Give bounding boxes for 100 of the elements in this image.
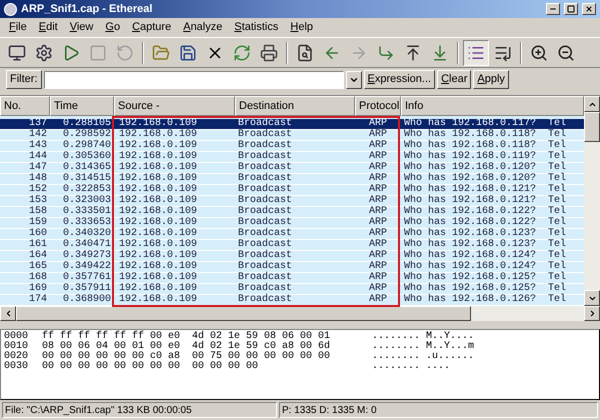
packet-row[interactable]: 143 0.298740 192.168.0.109 Broadcast ARP Who has 192.168.0.118? Tel bbox=[0, 141, 584, 152]
table-cell-text: 0.322853 bbox=[62, 185, 112, 195]
hex-offset: 0030 bbox=[4, 362, 30, 372]
packet-row[interactable]: 137 0.288105 192.168.0.109 Broadcast ARP Who has 192.168.0.117? Tel bbox=[0, 119, 584, 130]
table-cell-text: 158 bbox=[28, 207, 48, 217]
close-button[interactable] bbox=[582, 3, 596, 15]
table-cell-text: 174 bbox=[28, 295, 48, 305]
packet-row[interactable]: 161 0.340471 192.168.0.109 Broadcast ARP Who has 192.168.0.123? Tel bbox=[0, 240, 584, 251]
scroll-left-button[interactable] bbox=[0, 306, 16, 321]
table-cell-text: 192.168.0.109 bbox=[118, 207, 198, 217]
scroll-right-button[interactable] bbox=[584, 306, 600, 321]
table-cell-text: 192.168.0.109 bbox=[118, 273, 198, 283]
table-cell-text: 0.298740 bbox=[62, 141, 112, 151]
table-cell-text: Broadcast bbox=[237, 119, 294, 129]
filter-field[interactable] bbox=[44, 70, 344, 88]
column-header[interactable]: Protocol bbox=[355, 96, 401, 116]
packet-row[interactable]: 158 0.333501 192.168.0.109 Broadcast ARP Who has 192.168.0.122? Tel bbox=[0, 207, 584, 218]
table-cell-text: 0.305360 bbox=[62, 152, 112, 162]
menu-item[interactable]: View bbox=[64, 19, 98, 36]
table-cell-text: 159 bbox=[28, 218, 48, 228]
packet-row[interactable]: 152 0.322853 192.168.0.109 Broadcast ARP Who has 192.168.0.121? Tel bbox=[0, 185, 584, 196]
packet-row[interactable]: 144 0.305360 192.168.0.109 Broadcast ARP Who has 192.168.0.119? Tel bbox=[0, 152, 584, 163]
table-cell-text: Broadcast bbox=[237, 218, 294, 228]
table-cell-text: ARP bbox=[368, 240, 388, 250]
scroll-down-button[interactable] bbox=[584, 290, 600, 306]
filter-button[interactable]: Filter: bbox=[6, 70, 42, 89]
table-cell-text: ARP bbox=[368, 284, 388, 294]
scroll-thumb[interactable] bbox=[584, 112, 600, 142]
table-cell-text: Who has 192.168.0.117? Tel bbox=[403, 119, 568, 129]
scroll-thumb[interactable] bbox=[16, 306, 471, 321]
hex-bytes: 00 00 00 00 00 00 c0 a8 00 75 00 00 00 00 00 00 bbox=[42, 352, 332, 362]
table-cell-text: Who has 192.168.0.124? Tel bbox=[403, 262, 568, 272]
table-cell-text: 192.168.0.109 bbox=[118, 174, 198, 184]
packet-row[interactable]: 148 0.314515 192.168.0.109 Broadcast ARP Who has 192.168.0.120? Tel bbox=[0, 174, 584, 185]
table-cell-text: Broadcast bbox=[237, 295, 294, 305]
filter-action-button[interactable]: Expression... bbox=[364, 70, 436, 89]
table-cell-text: 0.340320 bbox=[62, 229, 112, 239]
table-cell-text: 192.168.0.109 bbox=[118, 251, 198, 261]
minimize-button[interactable] bbox=[546, 3, 560, 15]
table-cell-text: 192.168.0.109 bbox=[118, 196, 198, 206]
hex-bytes: 08 00 06 04 00 01 00 e0 4d 02 1e 59 c0 a8 00 6d bbox=[42, 342, 332, 352]
window-title: ARP_Snif1.cap - Ethereal bbox=[21, 2, 154, 17]
packet-row[interactable]: 165 0.349422 192.168.0.109 Broadcast ARP Who has 192.168.0.124? Tel bbox=[0, 262, 584, 273]
menu-item[interactable]: Go bbox=[100, 19, 126, 36]
packet-row[interactable]: 142 0.298592 192.168.0.109 Broadcast ARP Who has 192.168.0.118? Tel bbox=[0, 130, 584, 141]
hex-ascii: ........ .... bbox=[372, 362, 450, 372]
packet-row[interactable]: 159 0.333653 192.168.0.109 Broadcast ARP Who has 192.168.0.122? Tel bbox=[0, 218, 584, 229]
packet-row[interactable]: 164 0.349273 192.168.0.109 Broadcast ARP Who has 192.168.0.124? Tel bbox=[0, 251, 584, 262]
packet-row[interactable]: 169 0.357911 192.168.0.109 Broadcast ARP Who has 192.168.0.125? Tel bbox=[0, 284, 584, 295]
table-cell-text: 147 bbox=[28, 163, 48, 173]
menu-item[interactable]: Capture bbox=[127, 19, 176, 36]
table-cell-text: Who has 192.168.0.122? Tel bbox=[403, 218, 568, 228]
table-cell-text: Broadcast bbox=[237, 152, 294, 162]
table-cell-text: 169 bbox=[28, 284, 48, 294]
menu-item[interactable]: Help bbox=[285, 19, 318, 36]
table-cell-text: ARP bbox=[368, 251, 388, 261]
toolbar-button[interactable] bbox=[463, 40, 489, 66]
column-header[interactable]: Source - bbox=[114, 96, 235, 116]
table-cell-text: 137 bbox=[28, 119, 48, 129]
column-header[interactable]: No. bbox=[0, 96, 50, 116]
table-cell-text: 143 bbox=[28, 141, 48, 151]
column-header[interactable]: Info bbox=[401, 96, 584, 116]
reload-icon bbox=[233, 44, 251, 62]
table-cell-text: ARP bbox=[368, 218, 388, 228]
packet-row[interactable]: 174 0.368900 192.168.0.109 Broadcast ARP Who has 192.168.0.126? Tel bbox=[0, 295, 584, 306]
packet-row[interactable]: 160 0.340320 192.168.0.109 Broadcast ARP Who has 192.168.0.123? Tel bbox=[0, 229, 584, 240]
down-to-bottom-icon bbox=[431, 44, 449, 62]
menu-item[interactable]: File bbox=[4, 19, 32, 36]
column-header[interactable]: Destination bbox=[235, 96, 355, 116]
table-cell-text: ARP bbox=[368, 119, 388, 129]
status-text: File: "C:\ARP_Snif1.cap" 133 KB 00:00:05 bbox=[2, 402, 277, 418]
menu-item[interactable]: Statistics bbox=[229, 19, 284, 36]
table-cell-text: 0.333653 bbox=[62, 218, 112, 228]
goto-arrow-icon bbox=[377, 44, 395, 62]
menu-item[interactable]: Analyze bbox=[178, 19, 228, 36]
packet-row[interactable]: 147 0.314365 192.168.0.109 Broadcast ARP Who has 192.168.0.120? Tel bbox=[0, 163, 584, 174]
zoom-out-icon bbox=[557, 44, 575, 62]
folder-icon bbox=[152, 44, 170, 62]
packet-row[interactable]: 168 0.357761 192.168.0.109 Broadcast ARP Who has 192.168.0.125? Tel bbox=[0, 273, 584, 284]
table-cell-text: 0.288105 bbox=[62, 119, 112, 129]
table-cell-text: 0.340471 bbox=[62, 240, 112, 250]
menu-item[interactable]: Edit bbox=[34, 19, 63, 36]
hex-bytes: ff ff ff ff ff ff 00 e0 4d 02 1e 59 08 06 00 01 bbox=[42, 332, 332, 342]
packet-row[interactable]: 153 0.323003 192.168.0.109 Broadcast ARP Who has 192.168.0.121? Tel bbox=[0, 196, 584, 207]
table-cell-text: Broadcast bbox=[237, 262, 294, 272]
printer-icon bbox=[260, 44, 278, 62]
table-cell-text: Who has 192.168.0.118? Tel bbox=[403, 141, 568, 151]
table-cell-text: Broadcast bbox=[237, 130, 294, 140]
table-cell-text: Broadcast bbox=[237, 207, 294, 217]
dropdown-button[interactable] bbox=[346, 70, 362, 88]
table-cell-text: 192.168.0.109 bbox=[118, 185, 198, 195]
column-header[interactable]: Time bbox=[50, 96, 114, 116]
table-cell-text: 192.168.0.109 bbox=[118, 240, 198, 250]
scroll-up-button[interactable] bbox=[584, 96, 600, 112]
table-cell-text: Who has 192.168.0.121? Tel bbox=[403, 185, 568, 195]
table-cell-text: 0.333501 bbox=[62, 207, 112, 217]
table-cell-text: ARP bbox=[368, 174, 388, 184]
filter-action-button[interactable]: Apply bbox=[473, 70, 509, 89]
filter-action-button[interactable]: Clear bbox=[437, 70, 472, 89]
maximize-button[interactable] bbox=[564, 3, 578, 15]
